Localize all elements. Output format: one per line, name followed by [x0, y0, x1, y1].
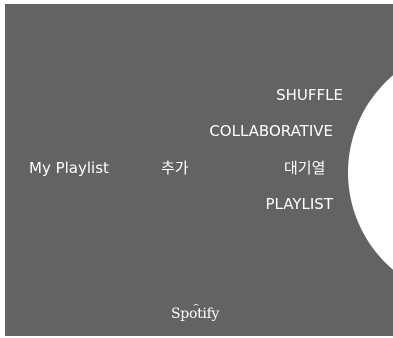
queue-option[interactable]: 대기열: [284, 159, 325, 177]
circle-decoration: [348, 45, 393, 300]
wave-icon: [193, 304, 199, 306]
add-option[interactable]: 추가: [161, 159, 189, 177]
spotify-wordmark: Spotify: [171, 306, 220, 322]
spotify-menu-screen: SHUFFLE COLLABORATIVE My Playlist 추가 대기열…: [5, 4, 393, 336]
shuffle-option[interactable]: SHUFFLE: [276, 86, 343, 104]
collaborative-option[interactable]: COLLABORATIVE: [209, 122, 333, 140]
my-playlist-option[interactable]: My Playlist: [29, 159, 109, 177]
playlist-option[interactable]: PLAYLIST: [266, 195, 333, 213]
spotify-logo: Spotify: [171, 304, 220, 322]
